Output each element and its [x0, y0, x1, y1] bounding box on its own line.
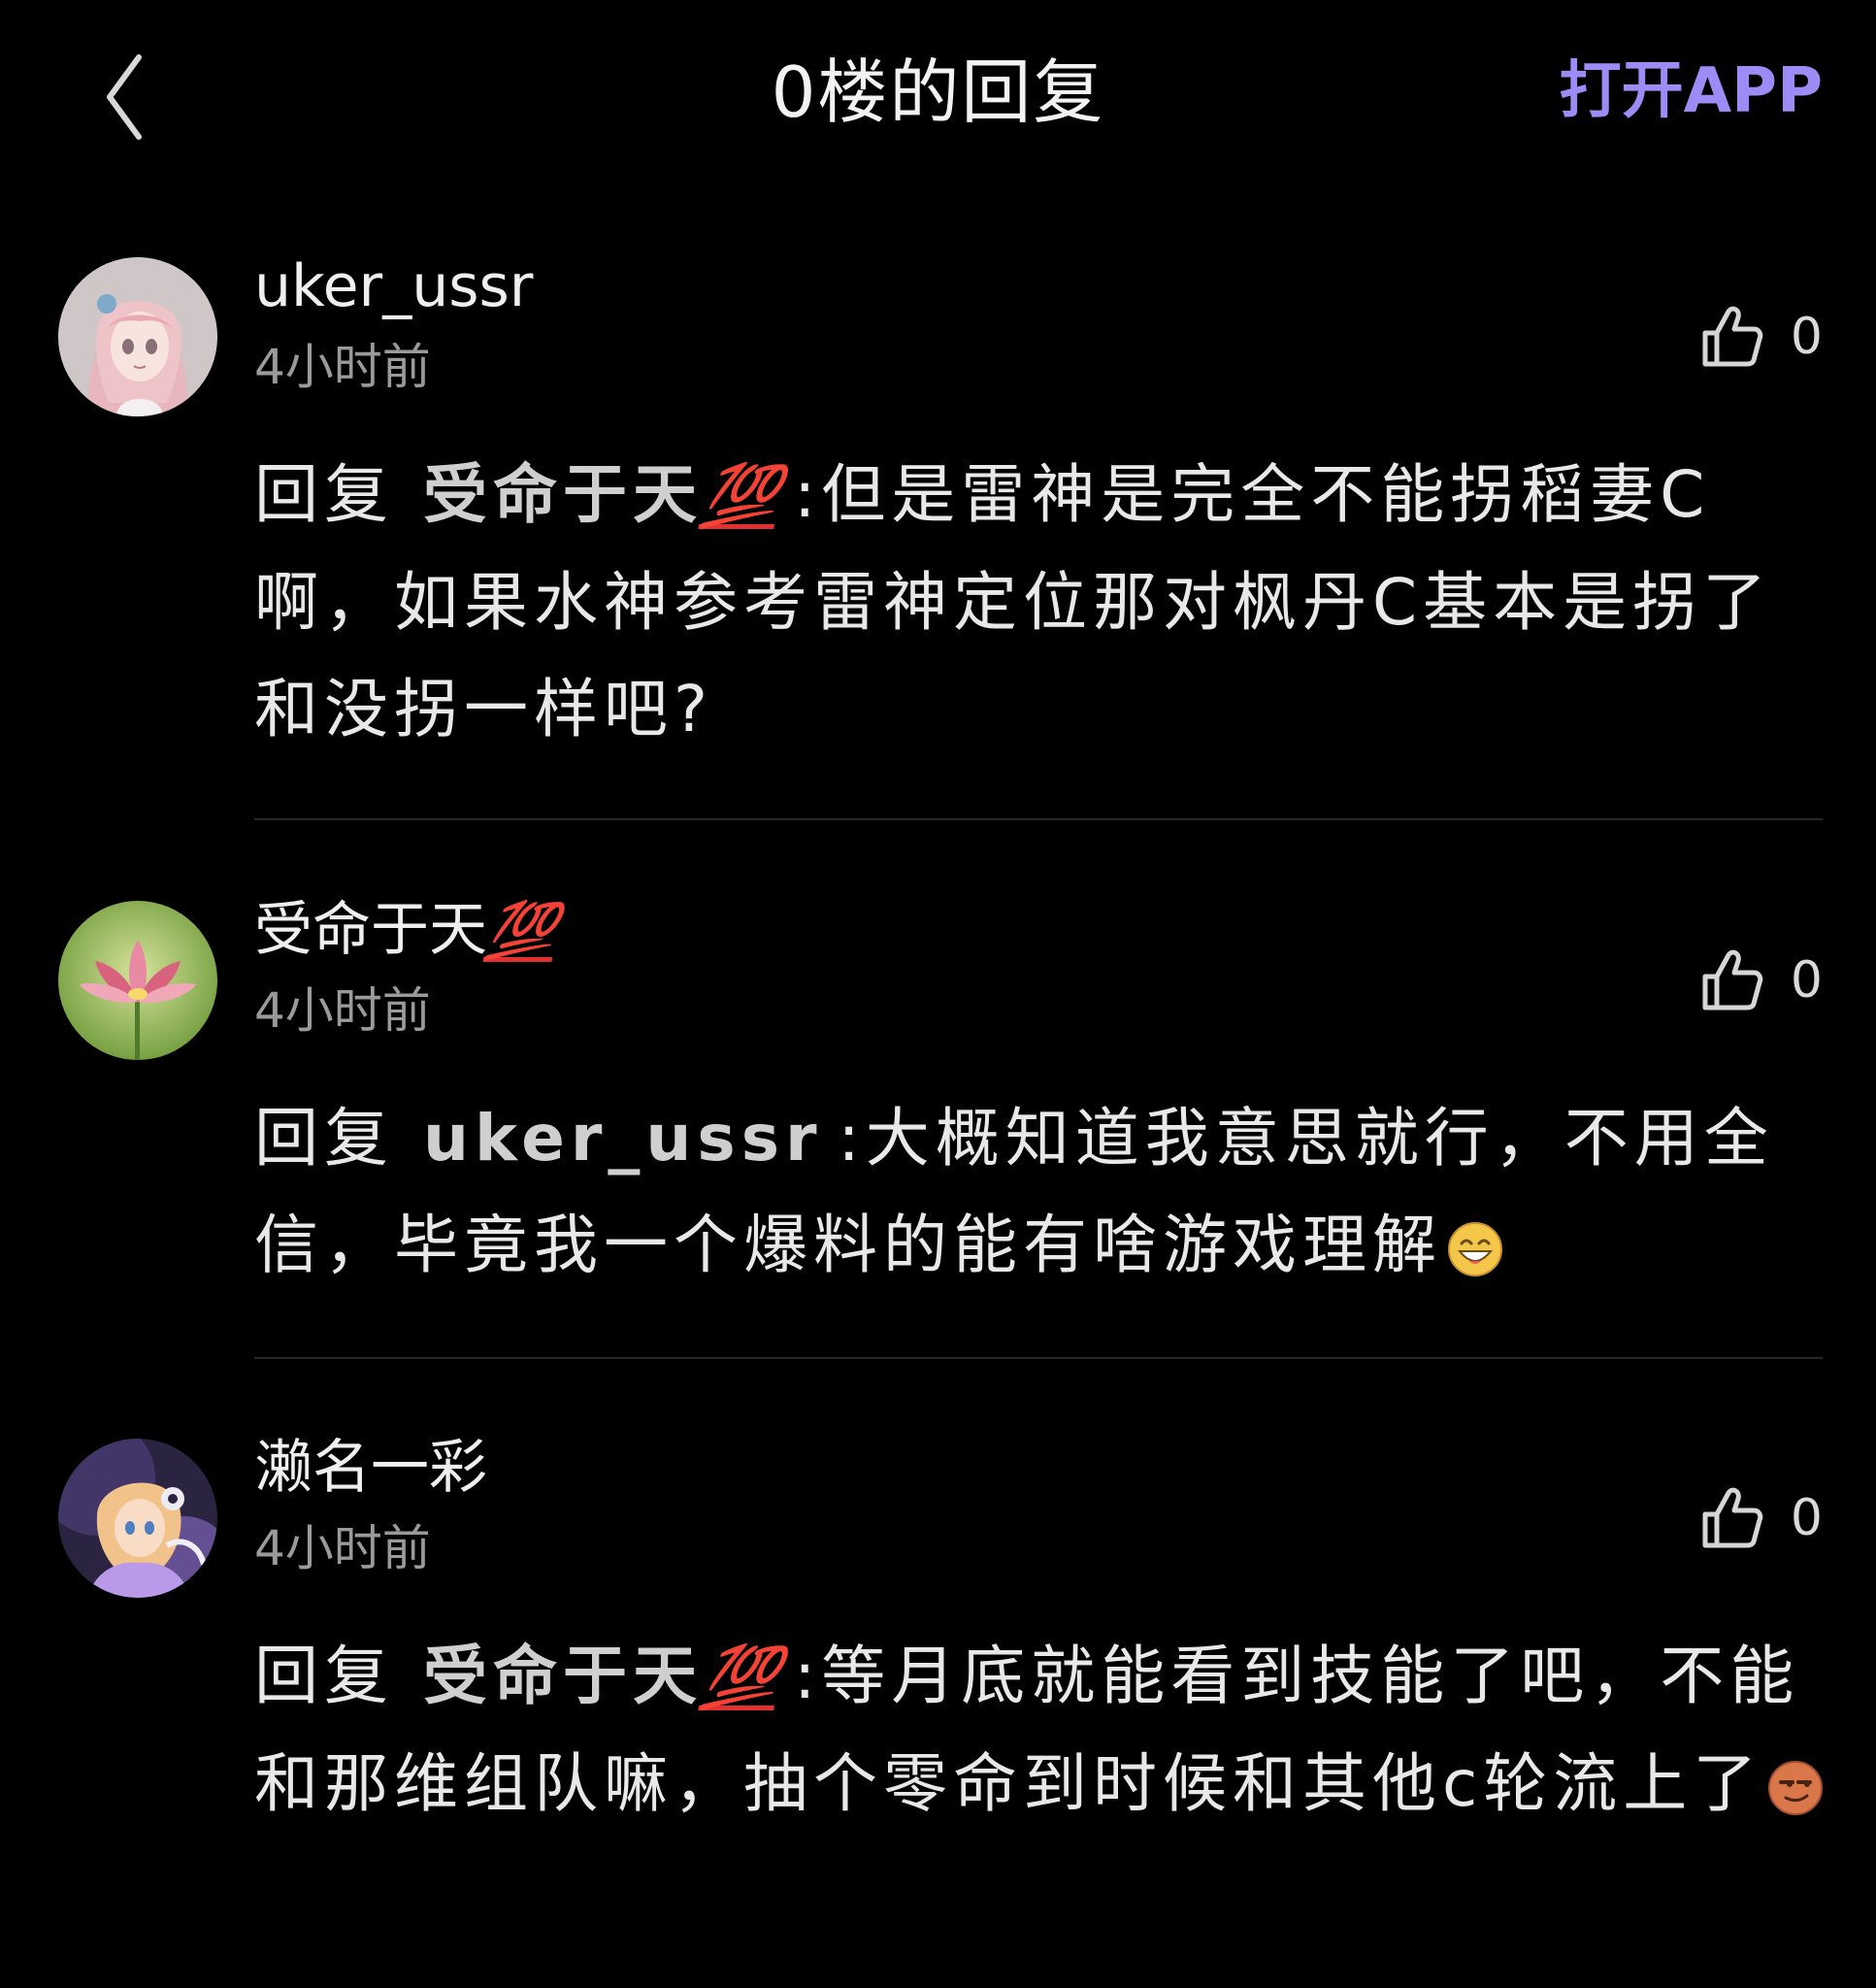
reply-target-link[interactable]: 受命于天💯	[423, 1639, 783, 1713]
like-button[interactable]: 0	[1697, 1479, 1823, 1557]
hundred-points-badge: 💯	[482, 899, 561, 963]
hundred-points-badge: 💯	[697, 1641, 784, 1712]
divider	[254, 818, 1823, 820]
reply-target-name: uker_ussr	[423, 1101, 823, 1176]
reply-prefix: 回复	[254, 457, 394, 532]
avatar[interactable]	[58, 1439, 217, 1598]
username[interactable]: uker_ussr	[254, 248, 533, 325]
emoji	[1766, 1759, 1825, 1817]
grinning-face-emoji-icon	[1448, 1221, 1502, 1276]
reply-target-name: 受命于天	[423, 457, 703, 532]
reply-prefix: 回复	[254, 1101, 394, 1176]
hundred-points-badge: 💯	[697, 460, 784, 531]
username[interactable]: 受命于天💯	[254, 891, 561, 970]
smirking-face-emoji-icon	[1768, 1760, 1824, 1815]
avatar[interactable]	[58, 901, 217, 1060]
timestamp: 4小时前	[254, 982, 431, 1039]
reply-target-link[interactable]: uker_ussr	[423, 1101, 823, 1176]
like-count: 0	[1790, 308, 1823, 366]
timestamp: 4小时前	[254, 339, 431, 395]
username-text: 受命于天	[254, 896, 487, 964]
anime-girl-avatar-image	[58, 257, 217, 416]
lotus-flower-avatar-image	[58, 901, 217, 1060]
reply-text: 回复 uker_ussr:大概知道我意思就行，不用全信，毕竟我一个爆料的能有啥游戏…	[254, 1085, 1827, 1299]
like-count: 0	[1790, 1489, 1823, 1547]
reply-target-name: 受命于天	[423, 1639, 703, 1713]
top-navigation-bar: 0楼的回复 打开APP	[0, 0, 1876, 194]
reply-text: 回复 受命于天💯:等月底就能看到技能了吧，不能和那维组队嘛，抽个零命到时候和其他c…	[254, 1623, 1827, 1838]
username[interactable]: 濑名一彩	[254, 1429, 487, 1507]
avatar[interactable]	[58, 257, 217, 416]
like-button[interactable]: 0	[1697, 942, 1823, 1019]
divider	[254, 1357, 1823, 1359]
anime-character-avatar-image	[58, 1439, 217, 1598]
username-text: 濑名一彩	[254, 1434, 487, 1502]
thumbs-up-icon	[1702, 306, 1763, 367]
thumbs-up-icon	[1702, 1487, 1763, 1548]
reply-prefix: 回复	[254, 1639, 394, 1713]
username-text: uker_ussr	[254, 252, 534, 320]
open-app-button[interactable]: 打开APP	[1560, 50, 1823, 132]
like-count: 0	[1790, 951, 1823, 1010]
emoji	[1446, 1220, 1504, 1278]
like-button[interactable]: 0	[1697, 298, 1823, 376]
reply-target-link[interactable]: 受命于天💯	[423, 457, 783, 532]
reply-text: 回复 受命于天💯:但是雷神是完全不能拐稻妻C啊，如果水神参考雷神定位那对枫丹C基本…	[254, 442, 1827, 763]
timestamp: 4小时前	[254, 1520, 431, 1576]
thumbs-up-icon	[1702, 949, 1763, 1011]
